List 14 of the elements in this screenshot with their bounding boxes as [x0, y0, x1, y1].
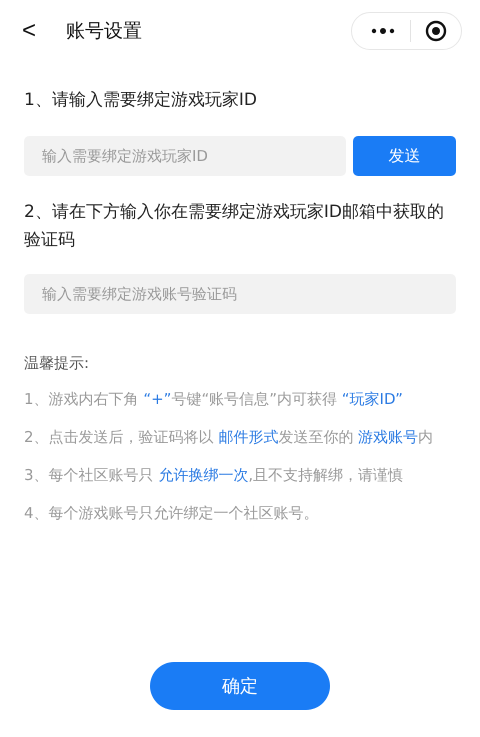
send-button[interactable]: 发送 — [353, 136, 456, 176]
back-button[interactable]: < — [22, 17, 52, 45]
tip-text: 1、游戏内右下角 “+”号键“账号信息”内可获得 “玩家ID” — [24, 389, 404, 410]
page-title: 账号设置 — [66, 19, 143, 44]
player-id-field[interactable]: 输入需要绑定游戏玩家ID — [24, 136, 346, 176]
tips-title: 温馨提示: — [24, 354, 90, 373]
more-icon[interactable] — [370, 26, 396, 36]
tip-text: 4、每个游戏账号只允许绑定一个社区账号。 — [24, 503, 320, 524]
step-label: 1、请输入需要绑定游戏玩家ID — [24, 89, 258, 112]
code-field[interactable]: 输入需要绑定游戏账号验证码 — [24, 274, 456, 314]
step-label: 2、请在下方输入你在需要绑定游戏玩家ID邮箱中获取的验证码 — [24, 201, 445, 252]
tip-text: 3、每个社区账号只 允许换绑一次,且不支持解绑，请谨慎 — [24, 465, 404, 486]
confirm-button[interactable]: 确定 — [150, 662, 330, 710]
tip-text: 2、点击发送后，验证码将以 邮件形式发送至你的 游戏账号内 — [24, 427, 434, 448]
